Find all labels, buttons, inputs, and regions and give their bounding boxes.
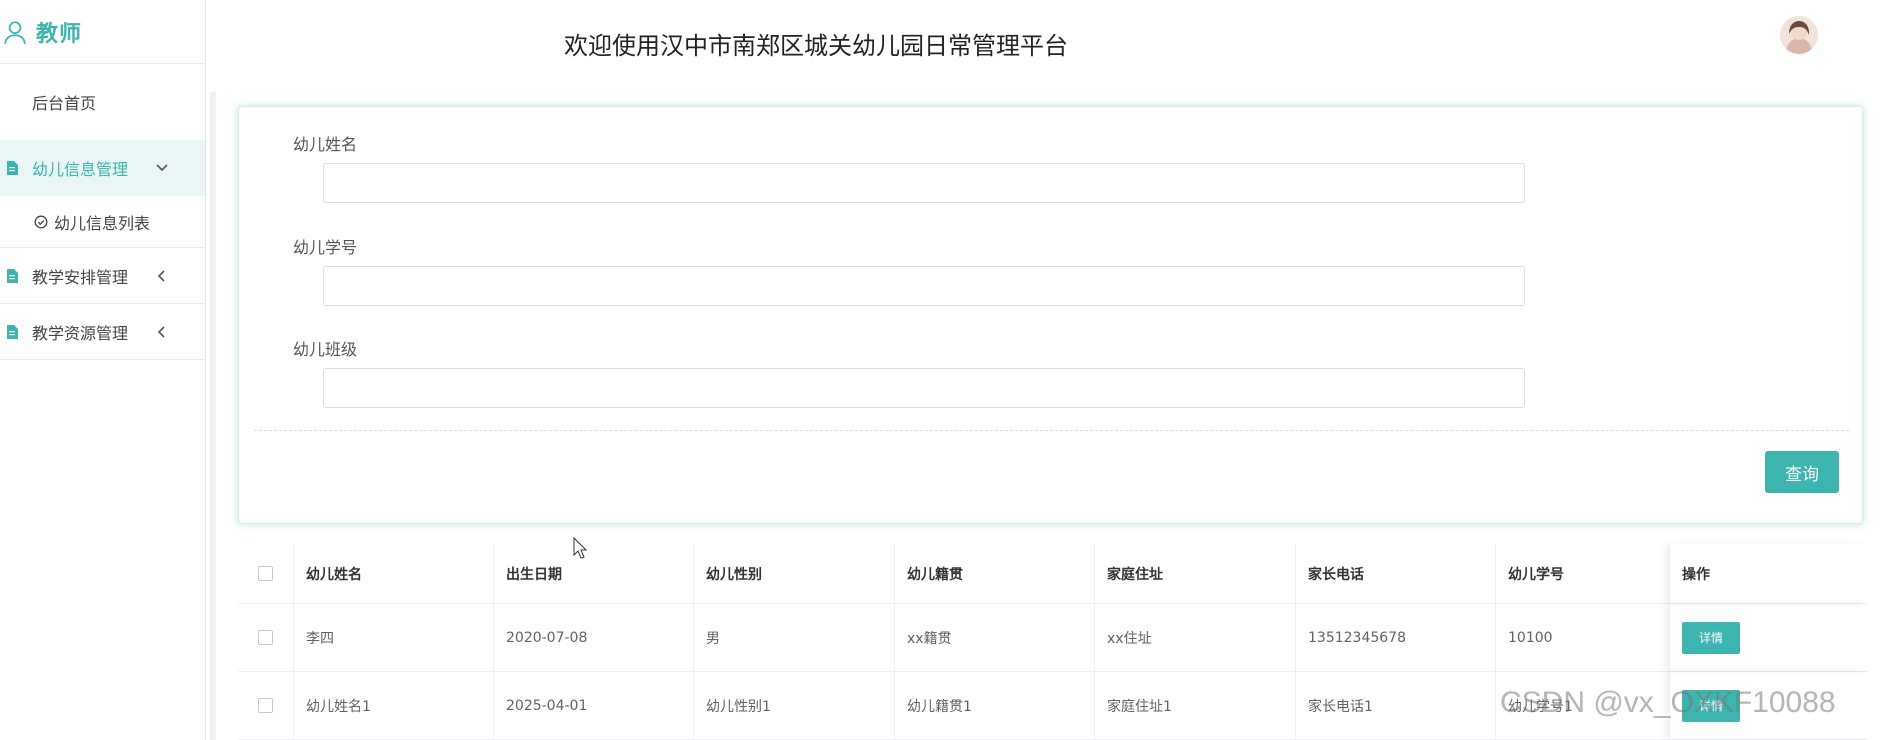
table-header: 幼儿姓名 出生日期 幼儿性别 幼儿籍贯 家庭住址 家长电话 幼儿学号 操作 [238,544,1867,604]
chevron-left-icon [157,269,165,282]
column-header: 幼儿姓名 [293,544,493,603]
row-checkbox[interactable] [258,630,273,645]
document-icon [7,161,18,175]
divider [254,430,1849,431]
document-icon [7,324,18,339]
row-checkbox-cell[interactable] [238,672,293,739]
child-name-label: 幼儿姓名 [293,135,358,154]
document-icon [7,268,18,283]
column-header: 操作 [1669,544,1867,603]
sidebar-item-teaching-schedule[interactable]: 教学安排管理 [0,248,205,304]
user-icon [4,20,26,44]
sidebar-item-label: 幼儿信息列表 [54,213,151,233]
chevron-down-icon [156,164,168,172]
column-header: 家庭住址 [1094,544,1295,603]
header-checkbox-cell[interactable] [238,544,293,603]
watermark: CSDN @vx_OXKF10088 [1500,686,1836,719]
table-cell: 李四 [293,604,493,671]
search-panel: 幼儿姓名 幼儿学号 幼儿班级 查询 [238,106,1863,524]
chevron-left-icon [157,325,165,338]
brand-title: 教师 [36,21,83,47]
mouse-cursor-icon [573,537,587,559]
row-checkbox-cell[interactable] [238,604,293,671]
sidebar-item-label: 教学资源管理 [32,323,129,343]
child-name-input[interactable] [323,163,1525,203]
column-header: 幼儿性别 [693,544,894,603]
table-cell: xx籍贯 [894,604,1094,671]
table-cell: 家庭住址1 [1094,672,1295,739]
child-class-input[interactable] [323,368,1525,408]
action-cell: 详情 [1669,604,1867,671]
child-id-label: 幼儿学号 [293,238,358,257]
sidebar-item-label: 后台首页 [32,94,97,113]
sidebar-brand: 教师 [0,0,205,64]
sidebar-item-home[interactable]: 后台首页 [0,64,205,140]
select-all-checkbox[interactable] [258,566,273,581]
content-divider [210,92,216,740]
child-id-input[interactable] [323,266,1525,306]
sidebar-subitem-child-list[interactable]: 幼儿信息列表 [0,196,205,248]
table-cell: 男 [693,604,894,671]
table-cell: xx住址 [1094,604,1295,671]
table-cell: 2025-04-01 [493,672,693,739]
sidebar-item-child-info[interactable]: 幼儿信息管理 [0,140,205,196]
table-cell: 幼儿性别1 [693,672,894,739]
avatar[interactable] [1780,16,1818,54]
sidebar: 教师 后台首页 幼儿信息管理 幼儿信息列表 教学安排管理 教学资源管理 [0,0,206,740]
query-button[interactable]: 查询 [1765,451,1839,493]
column-header: 出生日期 [493,544,693,603]
row-checkbox[interactable] [258,698,273,713]
sidebar-item-teaching-resources[interactable]: 教学资源管理 [0,304,205,360]
column-header: 幼儿籍贯 [894,544,1094,603]
sidebar-item-label: 幼儿信息管理 [32,160,129,179]
sidebar-item-label: 教学安排管理 [32,267,129,287]
table-cell: 幼儿籍贯1 [894,672,1094,739]
detail-button[interactable]: 详情 [1682,621,1740,654]
table-cell: 家长电话1 [1295,672,1495,739]
page-title: 欢迎使用汉中市南郑区城关幼儿园日常管理平台 [564,32,1068,60]
table-cell: 幼儿姓名1 [293,672,493,739]
header: 欢迎使用汉中市南郑区城关幼儿园日常管理平台 [206,0,1884,74]
table-cell: 10100 [1495,604,1669,671]
column-header: 幼儿学号 [1495,544,1669,603]
table-row: 李四 2020-07-08 男 xx籍贯 xx住址 13512345678 10… [238,604,1867,672]
child-class-label: 幼儿班级 [293,340,358,359]
column-header: 家长电话 [1295,544,1495,603]
table-cell: 13512345678 [1295,604,1495,671]
check-circle-icon [34,215,48,228]
avatar-image [1780,16,1818,54]
table-cell: 2020-07-08 [493,604,693,671]
